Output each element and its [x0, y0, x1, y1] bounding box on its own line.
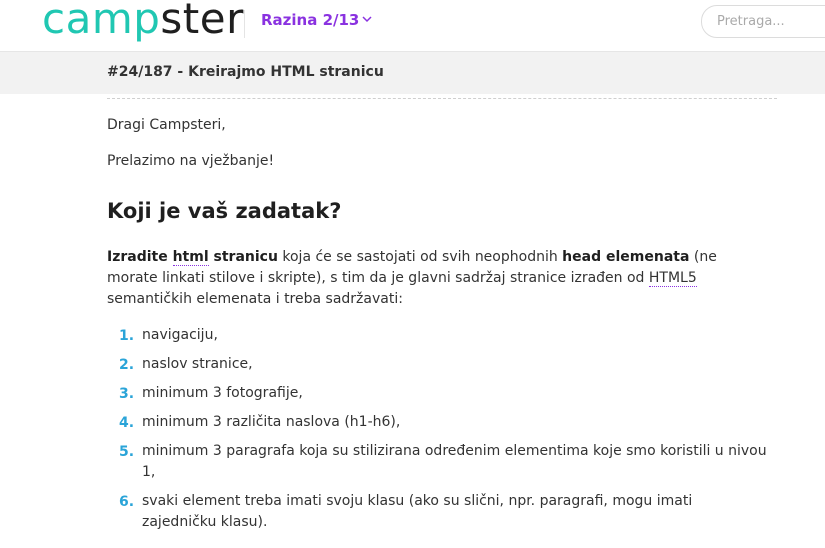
list-item-text: minimum 3 paragrafa koja su stilizirana … [142, 443, 767, 480]
logo-part-camp: camp [42, 0, 161, 43]
list-item: 6. svaki element treba imati svoju klasu … [107, 491, 767, 533]
list-number: 2. [119, 357, 135, 373]
list-number: 3. [119, 386, 135, 402]
task-bold-3: head elemenata [562, 249, 690, 265]
header-divider [244, 10, 245, 38]
task-description: Izradite html stranicu koja će se sastoj… [107, 247, 747, 310]
task-heading: Koji je vaš zadatak? [107, 199, 342, 223]
campster-logo[interactable]: campster [42, 0, 244, 43]
chevron-down-icon[interactable] [360, 12, 374, 26]
list-item: 5. minimum 3 paragrafa koja su stiliziran… [107, 441, 767, 483]
search-placeholder: Pretraga... [717, 14, 785, 29]
task-bold-2: stranicu [208, 249, 278, 265]
requirements-list: 1. navigaciju, 2. naslov stranice, 3. minim… [107, 325, 767, 541]
task-bold-1: Izradite [107, 249, 173, 265]
lesson-title: #24/187 - Kreirajmo HTML stranicu [107, 64, 384, 80]
abbr-html: html [172, 249, 209, 266]
task-text-1: koja će se sastojati od svih neophodnih [277, 249, 563, 265]
list-item: 4. minimum 3 različita naslova (h1-h6), [107, 412, 767, 433]
list-item-text: naslov stranice, [142, 356, 253, 372]
list-item: 2. naslov stranice, [107, 354, 767, 375]
list-item-text: minimum 3 različita naslova (h1-h6), [142, 414, 401, 430]
list-item: 1. navigaciju, [107, 325, 767, 346]
list-item-text: minimum 3 fotografije, [142, 385, 303, 401]
search-input[interactable]: Pretraga... [701, 5, 825, 38]
logo-part-ster: ster [160, 0, 244, 43]
list-item-text: navigaciju, [142, 327, 218, 343]
level-selector[interactable]: Razina 2/13 [261, 11, 359, 29]
list-item: 3. minimum 3 fotografije, [107, 383, 767, 404]
task-text-3: semantičkih elemenata i treba sadržavati… [107, 291, 403, 307]
content-divider [107, 98, 777, 99]
intro-text: Prelazimo na vježbanje! [107, 153, 275, 169]
list-number: 5. [119, 444, 135, 460]
list-number: 6. [119, 494, 135, 510]
list-item-text: svaki element treba imati svoju klasu (a… [142, 493, 693, 530]
list-number: 4. [119, 415, 135, 431]
top-navbar: campster Razina 2/13 Pretraga... [0, 0, 825, 52]
list-number: 1. [119, 328, 135, 344]
lesson-title-bar: #24/187 - Kreirajmo HTML stranicu [0, 52, 825, 94]
greeting-text: Dragi Campsteri, [107, 117, 226, 133]
abbr-html5: HTML5 [648, 270, 697, 287]
